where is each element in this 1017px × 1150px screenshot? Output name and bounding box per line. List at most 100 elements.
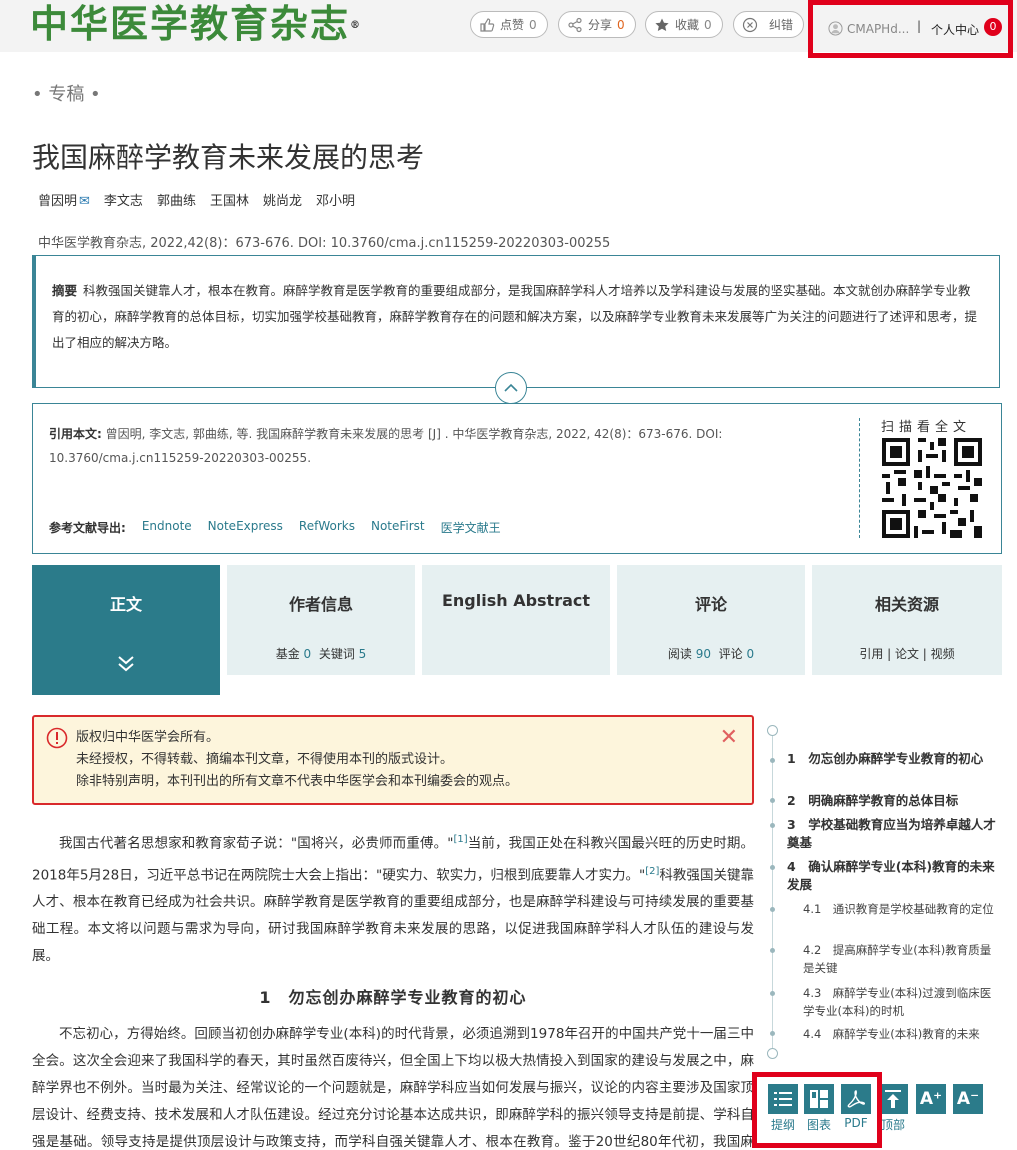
paragraph: 我国古代著名思想家和教育家荀子说："国将兴，必贵师而重傅。"[1]当前，我国正处… — [32, 826, 754, 970]
registered-mark: ® — [350, 20, 363, 31]
fund-label: 基金 — [275, 647, 300, 661]
author-name[interactable]: 曾因明 ✉ — [38, 190, 90, 209]
reference-link[interactable]: [2] — [645, 866, 659, 877]
like-button[interactable]: 点赞 0 — [470, 11, 548, 38]
keyword-label: 关键词 — [318, 647, 355, 661]
export-label: 参考文献导出: — [49, 521, 126, 535]
tab-english-abstract[interactable]: English Abstract — [422, 565, 610, 675]
toc-item[interactable]: 4 确认麻醉学专业(本科)教育的未来发展 — [787, 858, 997, 894]
font-increase-button[interactable]: A⁺ — [916, 1084, 946, 1114]
tab-label: 正文 — [109, 595, 142, 614]
tab-label: 评论 — [694, 595, 727, 614]
toc-dot — [770, 1031, 775, 1036]
author-name[interactable]: 王国林 — [210, 190, 249, 209]
font-decrease-button[interactable]: A⁻ — [953, 1084, 983, 1114]
reference-link[interactable]: [1] — [453, 834, 467, 845]
scan-label: 扫描看全文 — [881, 420, 972, 435]
paragraph-text: 我国古代著名思想家和教育家荀子说："国将兴，必贵师而重傅。" — [59, 835, 454, 852]
collect-count: 0 — [704, 17, 712, 32]
tab-comments[interactable]: 评论 阅读 90 评论 0 — [617, 565, 805, 675]
mail-icon[interactable]: ✉ — [79, 194, 90, 209]
toc-item[interactable]: 2 明确麻醉学教育的总体目标 — [787, 792, 997, 810]
tab-main-text[interactable]: 正文 — [32, 565, 220, 695]
reads-count: 90 — [695, 647, 711, 661]
toc-end-marker — [767, 1048, 778, 1059]
toc-subitem[interactable]: 4.2 提高麻醉学专业(本科)教育质量是关键 — [803, 941, 998, 977]
logo-text: 中华医学教育杂志 — [30, 1, 351, 46]
notice-line: 未经授权，不得转载、摘编本刊文章，不得使用本刊的版式设计。 — [76, 752, 454, 767]
journal-citation-line: 中华医学教育杂志, 2022,42(8)：673-676. DOI: 10.37… — [38, 236, 611, 251]
tab-label: 作者信息 — [288, 595, 353, 614]
toc-subitem[interactable]: 4.4 麻醉学专业(本科)教育的未来 — [803, 1025, 998, 1043]
export-endnote-link[interactable]: Endnote — [142, 519, 192, 536]
alert-icon — [46, 727, 68, 749]
citation-text: 引用本文: 曾因明, 李文志, 郭曲练, 等. 我国麻醉学教育未来发展的思考 [… — [49, 422, 779, 470]
user-area: CMAPHd... | 个人中心 0 — [808, 0, 1013, 58]
double-chevron-down-icon — [32, 655, 220, 677]
comments-label: 评论 — [718, 647, 743, 661]
share-button[interactable]: 分享 0 — [558, 11, 636, 38]
share-label: 分享 — [588, 18, 613, 32]
toc-dot — [770, 991, 775, 996]
back-to-top-button[interactable] — [878, 1084, 908, 1114]
toc-subitem[interactable]: 4.1 通识教育是学校基础教育的定位 — [803, 900, 998, 918]
divider — [859, 418, 860, 538]
abstract-label: 摘要 — [52, 283, 78, 298]
notification-badge[interactable]: 0 — [984, 18, 1002, 36]
article-column: • 专稿 • — [32, 84, 101, 105]
author-name[interactable]: 姚尚龙 — [263, 190, 302, 209]
abstract-box: 摘要 科教强国关键靠人才，根本在教育。麻醉学教育是医学教育的重要组成部分，是我国麻… — [32, 255, 1000, 388]
notice-line: 版权归中华医学会所有。 — [76, 730, 220, 745]
reference-export: 参考文献导出: Endnote NoteExpress RefWorks Not… — [49, 519, 501, 536]
reads-label: 阅读 — [667, 647, 692, 661]
collect-button[interactable]: 收藏 0 — [645, 11, 723, 38]
like-label: 点赞 — [500, 18, 525, 32]
author-name-text: 曾因明 — [38, 194, 78, 209]
close-circle-icon — [742, 17, 758, 32]
journal-logo[interactable]: 中华医学教育杂志® — [30, 3, 362, 45]
tab-related-resources[interactable]: 相关资源 引用 | 论文 | 视频 — [812, 565, 1002, 675]
close-icon[interactable]: ✕ — [720, 727, 738, 749]
export-notefirst-link[interactable]: NoteFirst — [371, 519, 425, 536]
user-icon — [828, 21, 843, 36]
export-refworks-link[interactable]: RefWorks — [299, 519, 355, 536]
fund-count: 0 — [303, 647, 312, 661]
author-name[interactable]: 邓小明 — [316, 190, 355, 209]
report-error-label: 纠错 — [769, 18, 794, 32]
personal-center-link[interactable]: 个人中心 — [931, 21, 979, 38]
abstract-text: 科教强国关键靠人才，根本在教育。麻醉学教育是医学教育的重要组成部分，是我国麻醉学… — [52, 283, 978, 350]
toc-dot — [770, 948, 775, 953]
collect-label: 收藏 — [675, 18, 700, 32]
author-name[interactable]: 郭曲练 — [157, 190, 196, 209]
citation-body: 曾因明, 李文志, 郭曲练, 等. 我国麻醉学教育未来发展的思考 [J] . 中… — [49, 427, 723, 465]
toc-dot — [770, 758, 775, 763]
user-name: CMAPHd... — [847, 21, 910, 36]
toc-item[interactable]: 3 学校基础教育应当为培养卓越人才奠基 — [787, 816, 997, 852]
toc-subitem[interactable]: 4.3 麻醉学专业(本科)过渡到临床医学专业(本科)的时机 — [803, 984, 998, 1020]
user-separator: | — [917, 19, 922, 33]
share-count: 0 — [617, 17, 625, 32]
toc-item[interactable]: 1 勿忘创办麻醉学专业教育的初心 — [787, 750, 997, 768]
section-heading: 1 勿忘创办麻醉学专业教育的初心 — [259, 988, 527, 1007]
export-noteexpress-link[interactable]: NoteExpress — [208, 519, 283, 536]
tab-author-info[interactable]: 作者信息 基金 0 关键词 5 — [227, 565, 415, 675]
tab-stats: 阅读 90 评论 0 — [617, 645, 805, 662]
qr-code-icon — [882, 438, 982, 538]
article-title: 我国麻醉学教育未来发展的思考 — [32, 141, 425, 174]
toc-dot — [770, 798, 775, 803]
top-bar: 中华医学教育杂志® 点赞 0 分享 0 收藏 0 纠错 CMAPHd... | … — [0, 0, 1017, 58]
collapse-toggle[interactable] — [495, 372, 527, 404]
chevron-up-icon — [504, 383, 518, 392]
author-name[interactable]: 李文志 — [104, 190, 143, 209]
user-account[interactable]: CMAPHd... — [828, 21, 909, 36]
toc-line — [772, 732, 773, 1052]
report-error-button[interactable]: 纠错 — [733, 11, 805, 38]
export-yixuewenxianwang-link[interactable]: 医学文献王 — [441, 519, 501, 536]
highlight-box — [752, 1072, 882, 1148]
toc-dot — [770, 865, 775, 870]
related-links[interactable]: 引用 | 论文 | 视频 — [812, 645, 1002, 662]
tab-label: 相关资源 — [874, 595, 939, 614]
article-body: 我国古代著名思想家和教育家荀子说："国将兴，必贵师而重傅。"[1]当前，我国正处… — [32, 826, 754, 1150]
author-list: 曾因明 ✉ 李文志 郭曲练 王国林 姚尚龙 邓小明 — [38, 190, 355, 209]
table-of-contents: 1 勿忘创办麻醉学专业教育的初心 2 明确麻醉学教育的总体目标 3 学校基础教育… — [760, 720, 1000, 1065]
